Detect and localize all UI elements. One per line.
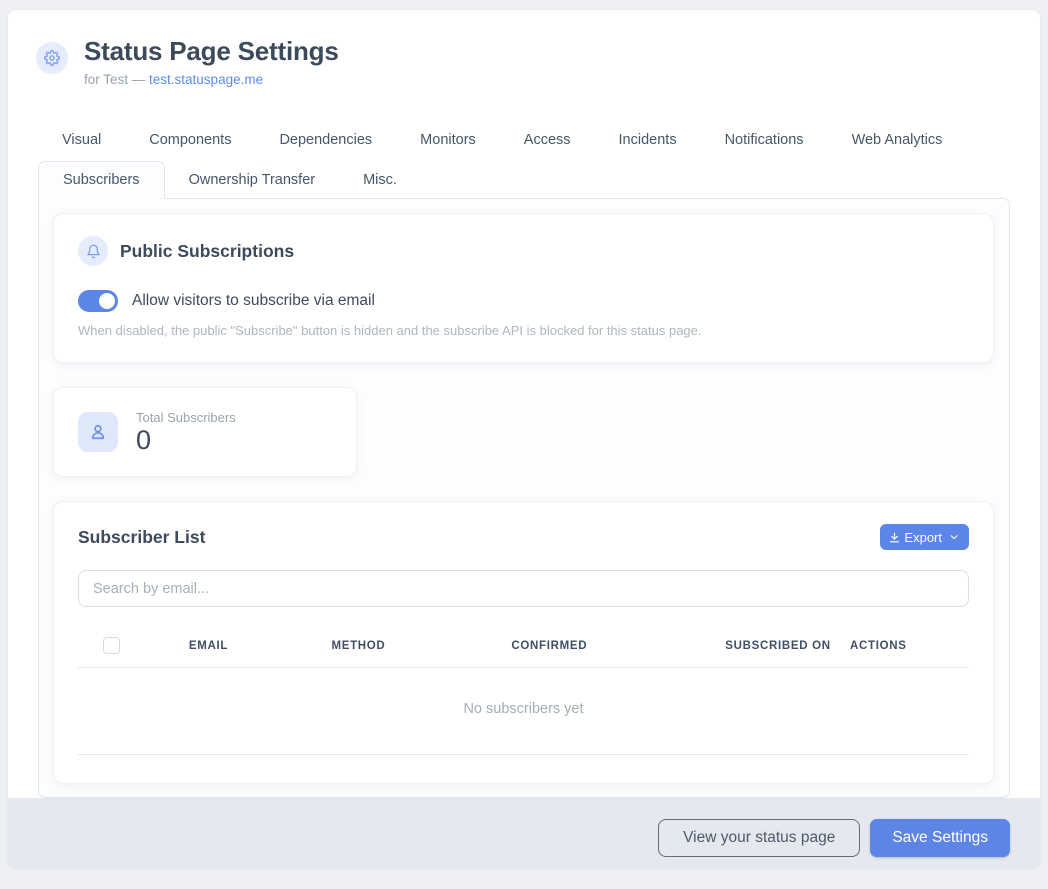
save-settings-button[interactable]: Save Settings	[870, 819, 1010, 857]
subscriber-list-title: Subscriber List	[78, 527, 205, 548]
search-input[interactable]	[78, 570, 969, 607]
export-button[interactable]: Export	[880, 524, 969, 550]
empty-state-message: No subscribers yet	[78, 668, 969, 755]
toggle-knob	[99, 293, 115, 309]
tab-item[interactable]: Subscribers	[38, 161, 165, 199]
tab-item[interactable]: Components	[125, 123, 255, 157]
view-status-page-button[interactable]: View your status page	[658, 819, 860, 857]
total-subscribers-card: Total Subscribers 0	[53, 387, 357, 477]
table-header-row: EMAILMETHODCONFIRMEDSUBSCRIBED ONACTIONS	[78, 627, 969, 668]
tab-row-primary: VisualComponentsDependenciesMonitorsAcce…	[38, 123, 1010, 157]
page-subtitle: for Test — test.statuspage.me	[84, 72, 339, 87]
download-icon	[888, 531, 901, 544]
table-column-header: ACTIONS	[846, 627, 969, 668]
window-footer: View your status page Save Settings	[8, 798, 1040, 868]
tabs-area: VisualComponentsDependenciesMonitorsAcce…	[8, 123, 1040, 198]
total-subscribers-label: Total Subscribers	[136, 410, 236, 425]
page-header-text: Status Page Settings for Test — test.sta…	[84, 36, 339, 87]
tab-item[interactable]: Misc.	[339, 162, 421, 198]
subscribe-toggle-label: Allow visitors to subscribe via email	[132, 292, 375, 310]
export-button-label: Export	[904, 530, 942, 545]
total-subscribers-value: 0	[136, 427, 236, 454]
subscribe-toggle[interactable]	[78, 290, 118, 312]
select-all-checkbox[interactable]	[103, 637, 120, 654]
table-column-header: EMAIL	[185, 627, 328, 668]
subscriber-list-card: Subscriber List Export	[53, 501, 994, 784]
gear-icon	[36, 42, 68, 74]
tab-item[interactable]: Incidents	[595, 123, 701, 157]
public-subscriptions-title: Public Subscriptions	[120, 241, 294, 262]
person-icon	[78, 412, 118, 452]
page-title: Status Page Settings	[84, 36, 339, 67]
table-column-header: SUBSCRIBED ON	[721, 627, 846, 668]
tab-item[interactable]: Access	[500, 123, 595, 157]
subscriber-table: EMAILMETHODCONFIRMEDSUBSCRIBED ONACTIONS	[78, 627, 969, 668]
table-column-header: CONFIRMED	[507, 627, 721, 668]
subscribers-tab-panel: Public Subscriptions Allow visitors to s…	[38, 198, 1010, 798]
tab-item[interactable]: Notifications	[701, 123, 828, 157]
status-page-link[interactable]: test.statuspage.me	[149, 72, 263, 87]
tab-item[interactable]: Visual	[38, 123, 125, 157]
tab-row-secondary: SubscribersOwnership TransferMisc.	[38, 161, 1010, 198]
tab-item[interactable]: Ownership Transfer	[165, 162, 340, 198]
chevron-down-icon	[949, 532, 959, 542]
table-column-header: METHOD	[327, 627, 507, 668]
bell-icon	[78, 236, 108, 266]
status-page-settings-window: Status Page Settings for Test — test.sta…	[8, 10, 1040, 868]
tab-item[interactable]: Dependencies	[255, 123, 396, 157]
tab-item[interactable]: Monitors	[396, 123, 500, 157]
page-header: Status Page Settings for Test — test.sta…	[8, 10, 1040, 87]
subtitle-prefix: for Test —	[84, 72, 149, 87]
subscribe-helper-text: When disabled, the public "Subscribe" bu…	[78, 323, 969, 338]
tab-item[interactable]: Web Analytics	[828, 123, 967, 157]
public-subscriptions-card: Public Subscriptions Allow visitors to s…	[53, 213, 994, 363]
